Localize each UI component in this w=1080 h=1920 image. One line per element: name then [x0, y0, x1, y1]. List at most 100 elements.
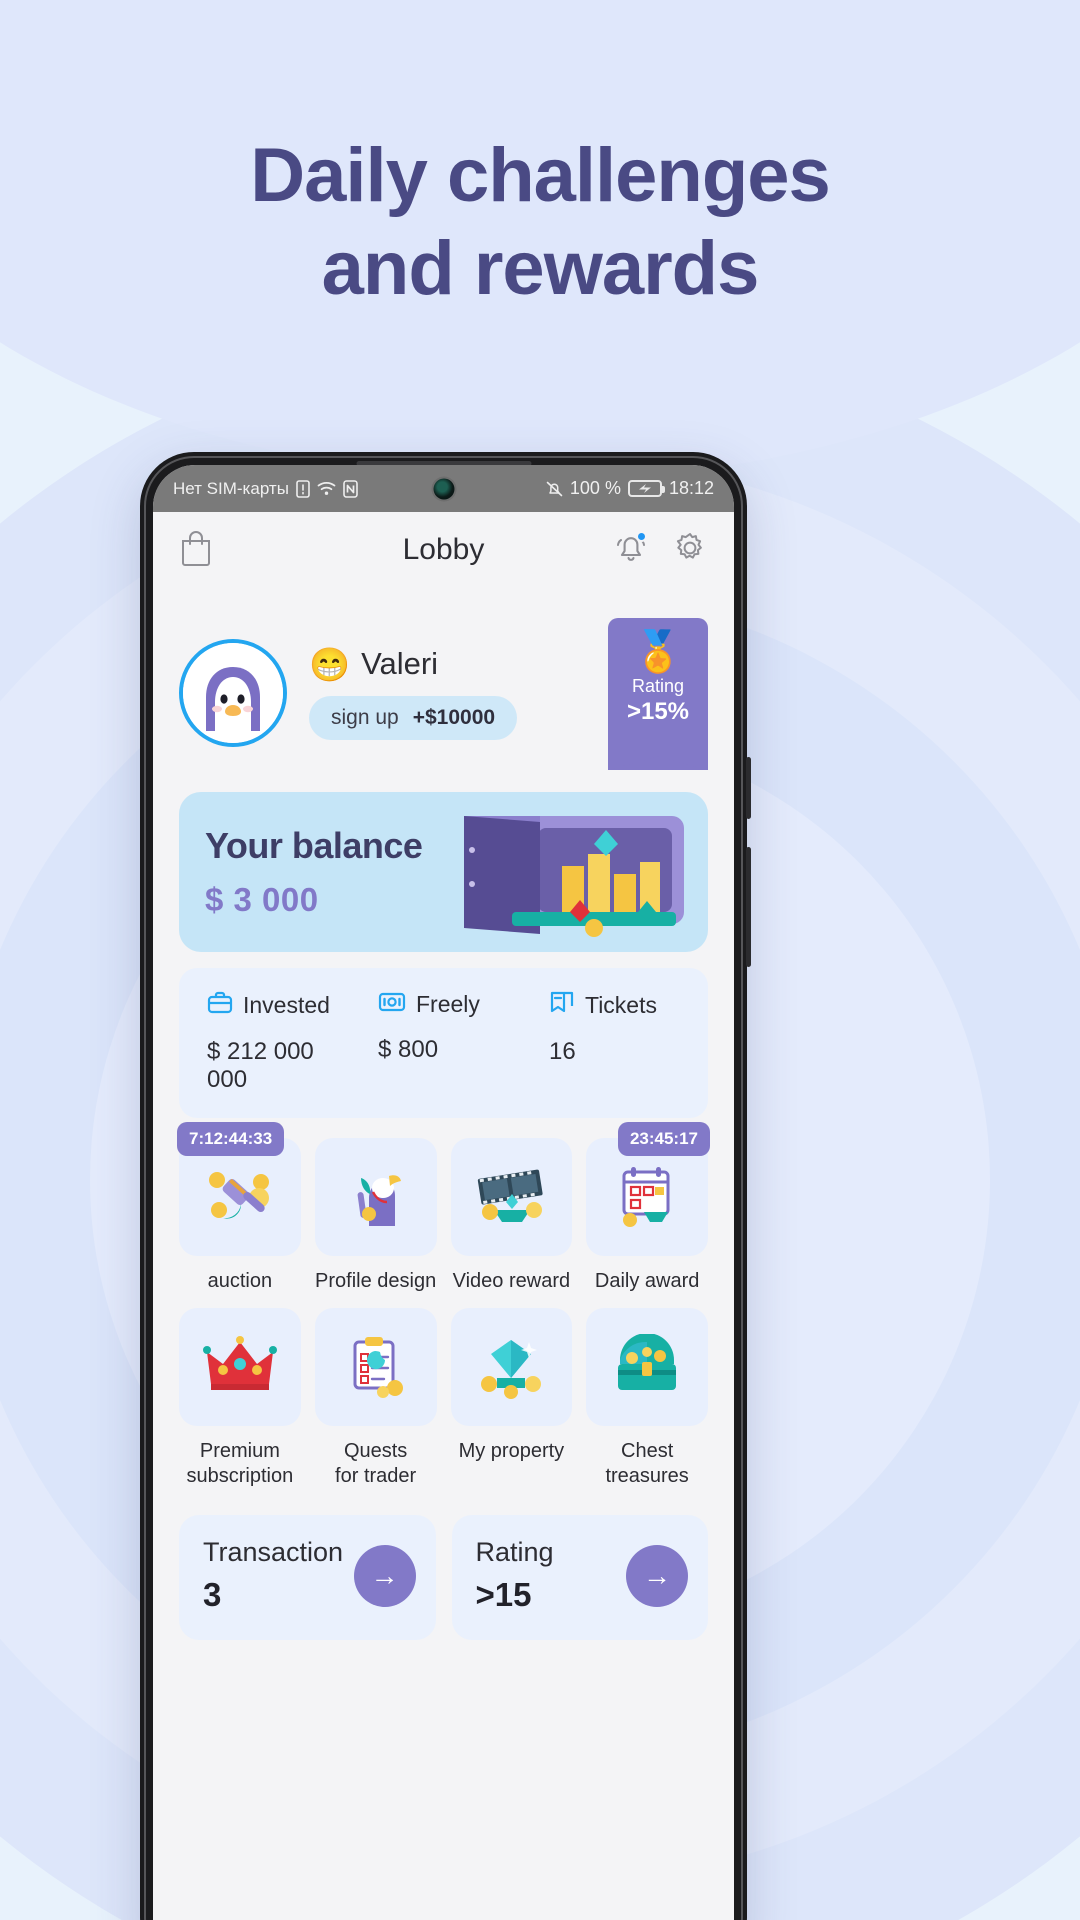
rating-text: Rating >15	[476, 1537, 554, 1614]
avatar[interactable]	[179, 639, 287, 747]
ribbon-notch	[608, 742, 708, 770]
rating-title: Rating	[475, 1537, 554, 1567]
gem-icon	[450, 1308, 573, 1426]
stats-card: Invested $ 212 000 000 Freely $ 800 Tick…	[179, 968, 708, 1118]
settings-button[interactable]	[672, 530, 708, 571]
carrier-label: Нет SIM-карты	[173, 478, 289, 498]
bell-muted-icon	[546, 480, 563, 498]
profile-design-icon	[314, 1138, 437, 1256]
signup-badge-label: sign up	[331, 706, 399, 729]
tile-label: Video reward	[452, 1270, 571, 1292]
crown-icon	[179, 1308, 301, 1426]
tile-label-text: Premium subscription	[186, 1440, 294, 1487]
phone-mockup: Нет SIM-карты 100 % 18:12 Lobby 😁 Valeri…	[140, 452, 751, 1920]
rating-card[interactable]: Rating >15 →	[451, 1515, 708, 1640]
tile-label-text: Chest treasures	[605, 1440, 689, 1487]
tile-video-reward[interactable]: Video reward	[450, 1138, 573, 1294]
rating-ribbon-value: >15%	[626, 698, 690, 725]
ticket-icon	[549, 990, 575, 1021]
balance-card[interactable]: Your balance $ 3 000	[179, 792, 708, 952]
stat-label: Tickets	[585, 992, 657, 1018]
clipboard-checklist-icon	[314, 1308, 437, 1426]
gear-icon	[672, 532, 708, 570]
stat-header: Freely	[378, 990, 529, 1019]
treasure-chest-icon	[586, 1308, 708, 1426]
header-actions	[614, 530, 708, 571]
front-camera	[433, 478, 454, 499]
feature-tiles-grid: 7:12:44:33 auction Profile design Video …	[177, 1122, 710, 1489]
rating-ribbon[interactable]: 🏅 Rating >15%	[608, 618, 708, 770]
transaction-value: 3	[203, 1576, 222, 1613]
stat-freely[interactable]: Freely $ 800	[358, 990, 529, 1094]
status-bar-right: 100 % 18:12	[546, 478, 714, 499]
profile-username: Valeri	[361, 646, 439, 681]
tile-label: Premium subscription	[179, 1439, 301, 1489]
tile-label: Quests for trader	[315, 1439, 437, 1489]
balance-text-group: Your balance $ 3 000	[205, 825, 423, 919]
clock-label: 18:12	[668, 478, 714, 498]
wifi-icon	[317, 481, 336, 496]
signup-badge-value: +$10000	[412, 706, 496, 729]
signup-bonus-badge[interactable]: sign up +$10000	[309, 696, 518, 740]
status-bar-left: Нет SIM-карты	[173, 479, 358, 499]
arrow-right-icon[interactable]: →	[353, 1544, 416, 1607]
phone-volume-button	[746, 757, 751, 819]
transaction-text: Transaction 3	[203, 1537, 343, 1614]
stat-header: Tickets	[549, 990, 700, 1021]
tile-auction[interactable]: 7:12:44:33 auction	[177, 1122, 301, 1294]
battery-percent-label: 100 %	[569, 478, 621, 498]
shop-button[interactable]	[179, 530, 213, 571]
stat-invested[interactable]: Invested $ 212 000 000	[187, 990, 358, 1094]
stat-value: $ 212 000 000	[207, 1038, 314, 1093]
tile-chest-treasures[interactable]: Chest treasures	[586, 1308, 708, 1489]
tile-timer: 7:12:44:33	[177, 1122, 285, 1156]
headline-line-1: Daily challenges	[250, 133, 831, 218]
tile-label: Profile design	[315, 1270, 437, 1292]
stat-tickets[interactable]: Tickets 16	[529, 990, 700, 1094]
tile-premium-subscription[interactable]: Premium subscription	[179, 1308, 301, 1489]
banknote-icon	[378, 990, 406, 1019]
stat-value: $ 800	[378, 1036, 439, 1063]
summary-cards: Transaction 3 → Rating >15 →	[179, 1515, 708, 1640]
app-header: Lobby	[153, 512, 734, 588]
shopping-bag-icon	[179, 530, 213, 570]
tile-label: Chest treasures	[586, 1439, 708, 1489]
headline-line-2: and rewards	[321, 225, 760, 311]
app-content: 😁 Valeri sign up +$10000 🏅 Rating >15% Y…	[153, 588, 734, 1640]
video-reward-icon	[450, 1138, 573, 1256]
nfc-icon	[343, 479, 358, 498]
tile-profile-design[interactable]: Profile design	[314, 1138, 437, 1294]
stat-label: Invested	[243, 992, 330, 1018]
tile-daily-award[interactable]: 23:45:17 Daily award	[586, 1122, 710, 1294]
stat-value: 16	[549, 1038, 576, 1065]
transaction-title: Transaction	[203, 1537, 344, 1567]
rating-ribbon-label: Rating	[631, 676, 685, 696]
balance-title: Your balance	[205, 825, 423, 866]
tile-quests-for-trader[interactable]: Quests for trader	[314, 1308, 437, 1489]
notification-badge-dot	[636, 530, 647, 542]
stat-label: Freely	[416, 991, 480, 1017]
briefcase-icon	[207, 990, 233, 1021]
rating-value: >15	[475, 1576, 532, 1613]
mood-emoji[interactable]: 😁	[309, 648, 350, 681]
transaction-card[interactable]: Transaction 3 →	[179, 1515, 436, 1640]
sim-warning-icon	[296, 479, 310, 498]
promo-headline: Daily challenges and rewards	[0, 130, 1080, 315]
profile-info: 😁 Valeri sign up +$10000	[309, 646, 518, 740]
tile-label: My property	[458, 1440, 565, 1462]
notifications-button[interactable]	[614, 530, 648, 570]
profile-section: 😁 Valeri sign up +$10000 🏅 Rating >15%	[179, 588, 708, 788]
balance-value: $ 3 000	[205, 881, 319, 918]
tile-label-text: Quests for trader	[335, 1440, 417, 1487]
phone-screen: Нет SIM-карты 100 % 18:12 Lobby 😁 Valeri…	[153, 465, 734, 1920]
bell-icon	[614, 536, 648, 569]
arrow-right-icon[interactable]: →	[626, 1544, 688, 1607]
tile-timer: 23:45:17	[617, 1122, 710, 1156]
tile-label: Daily award	[594, 1270, 700, 1292]
stat-header: Invested	[207, 990, 358, 1021]
battery-charging-icon	[627, 480, 665, 497]
tile-my-property[interactable]: My property	[450, 1308, 573, 1489]
penguin-avatar	[183, 643, 283, 743]
safe-with-treasure-icon	[464, 816, 684, 937]
profile-name-row: 😁 Valeri	[309, 646, 517, 682]
